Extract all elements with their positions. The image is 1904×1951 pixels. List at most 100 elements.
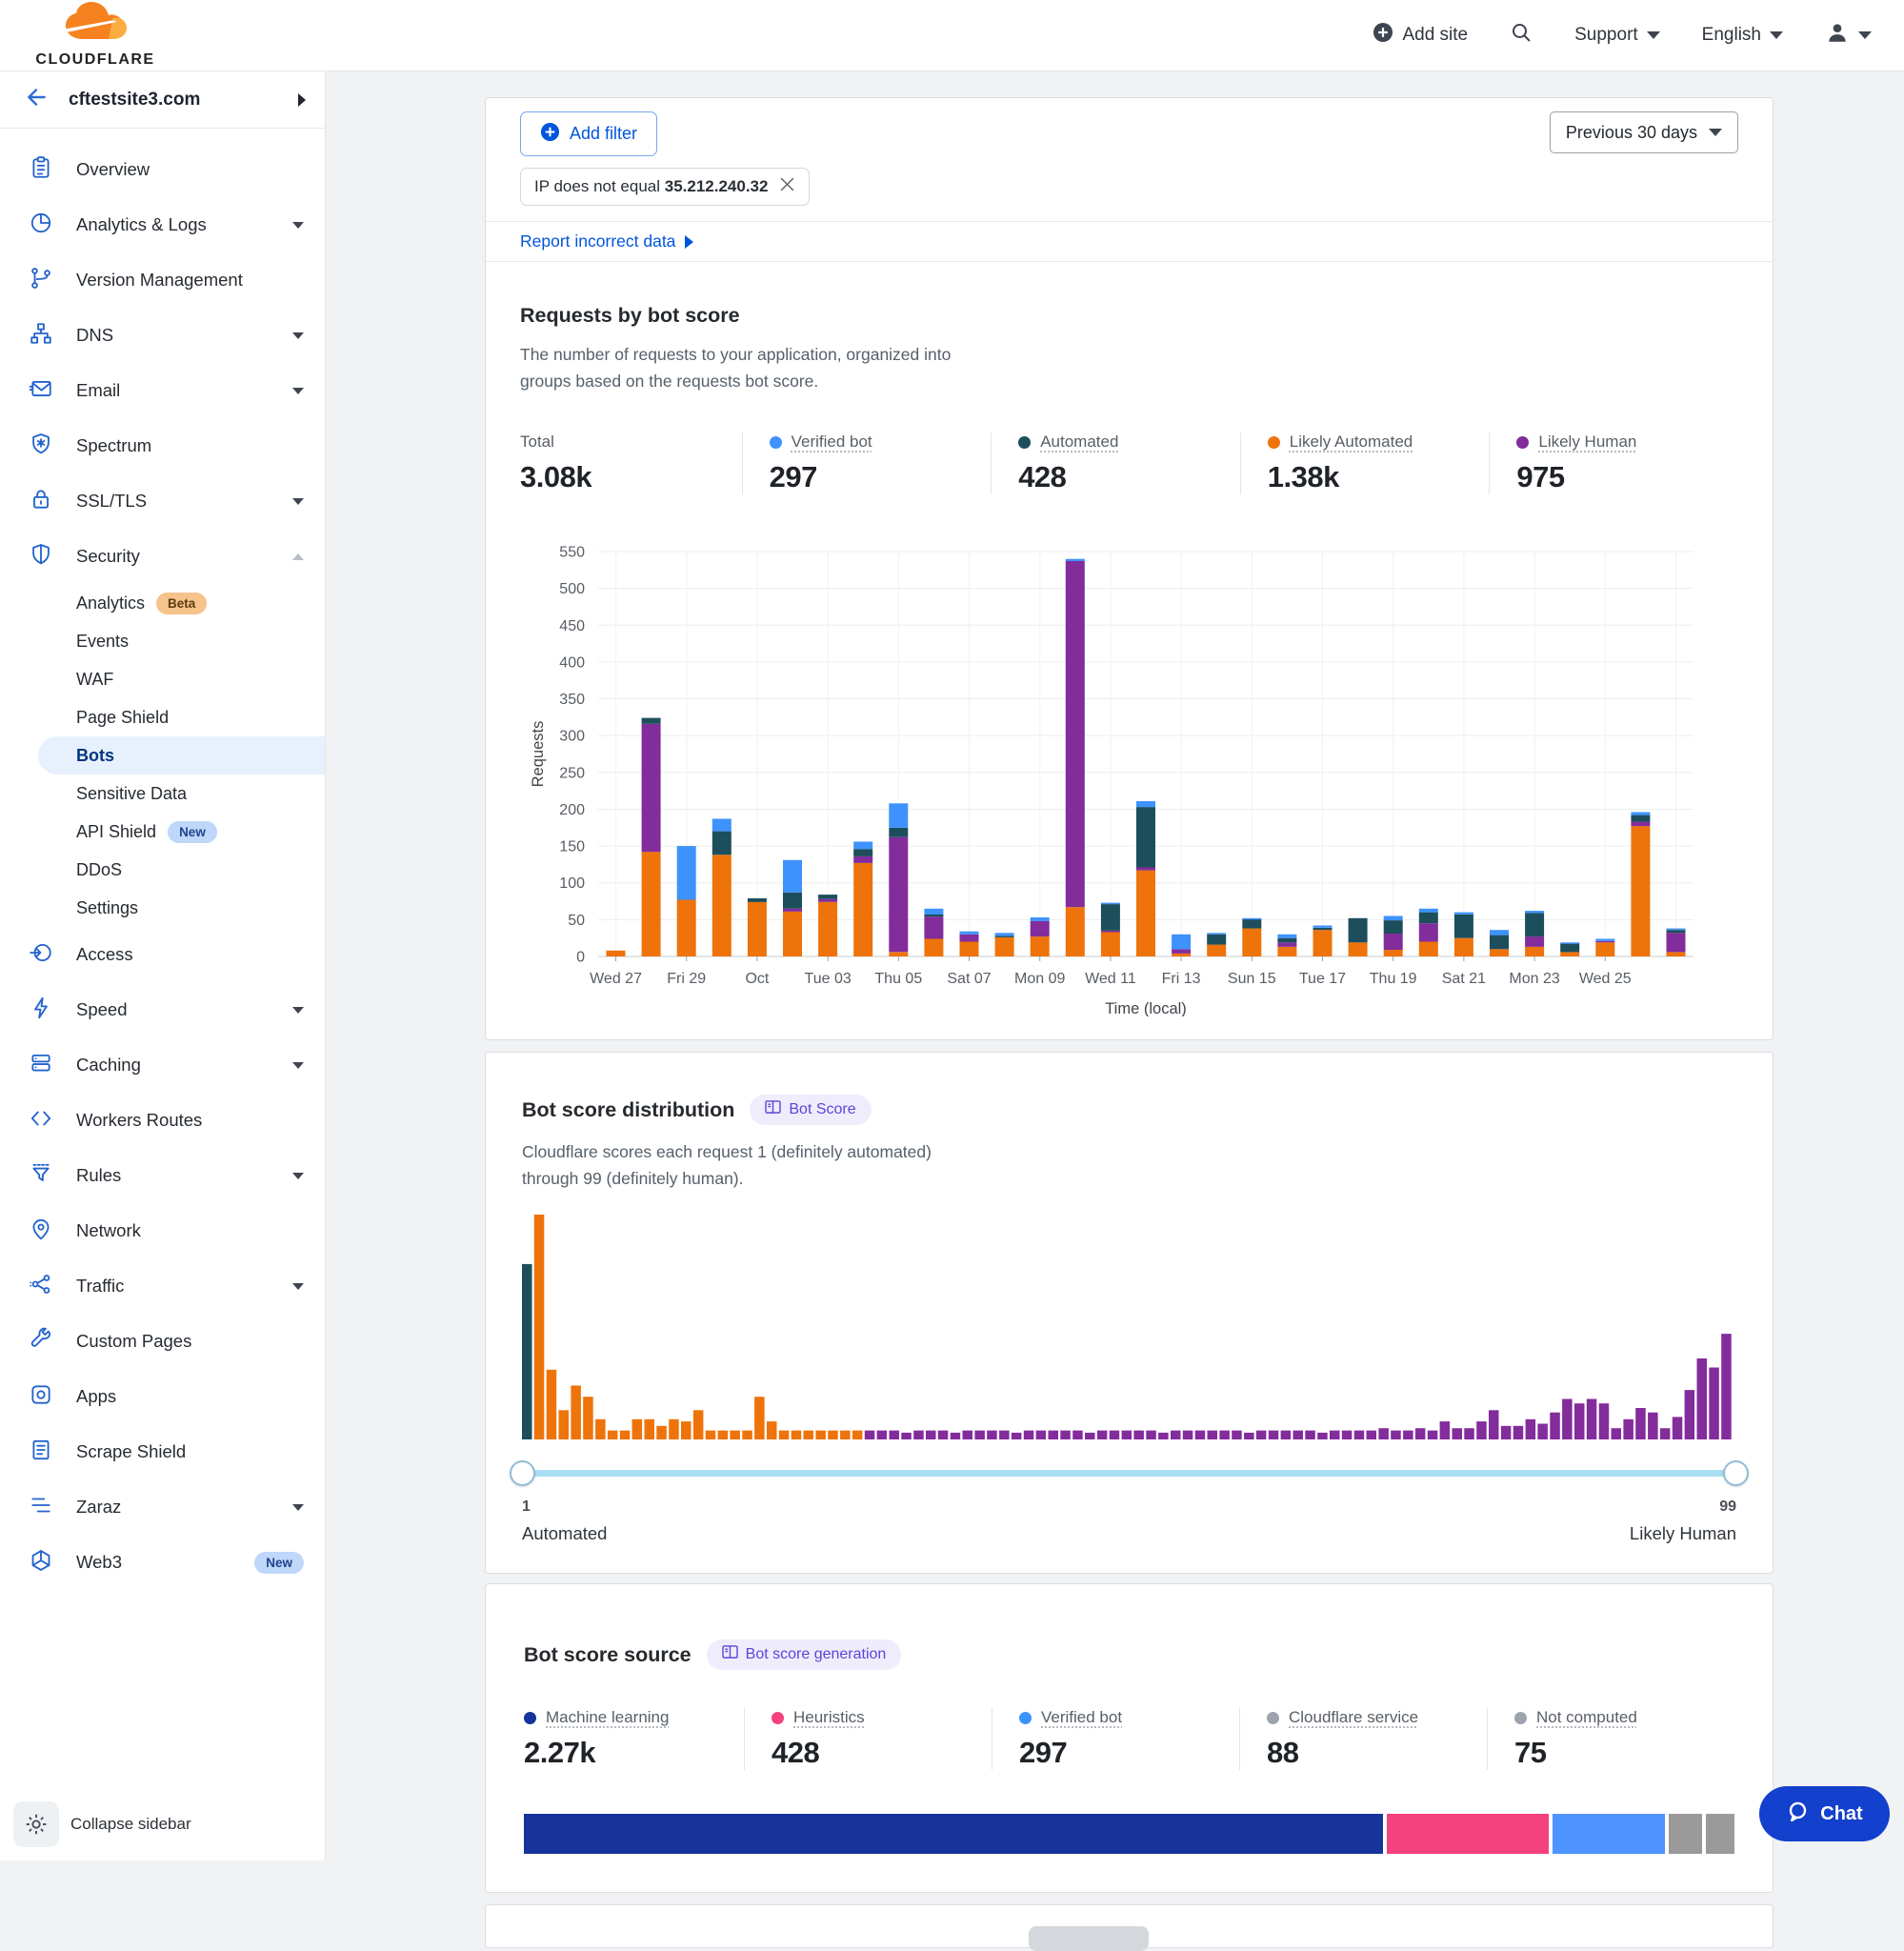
date-range-dropdown[interactable]: Previous 30 days xyxy=(1550,111,1738,153)
sidebar-item-custom-pages[interactable]: Custom Pages xyxy=(0,1314,325,1369)
sidebar-item-waf[interactable]: WAF xyxy=(0,660,325,698)
stat-label[interactable]: Verified bot xyxy=(1019,1708,1239,1727)
stat-likely-automated: Likely Automated1.38k xyxy=(1240,432,1490,494)
legend-dot xyxy=(772,1712,784,1724)
git-branch-icon xyxy=(29,266,53,295)
bot-score-distribution-chart[interactable] xyxy=(522,1215,1734,1443)
sidebar-item-network[interactable]: Network xyxy=(0,1203,325,1258)
stat-label[interactable]: Not computed xyxy=(1514,1708,1734,1727)
sidebar-item-label: Settings xyxy=(76,898,138,918)
sidebar-item-access[interactable]: Access xyxy=(0,927,325,982)
add-site-button[interactable]: Add site xyxy=(1373,22,1468,49)
svg-text:Thu 19: Thu 19 xyxy=(1370,971,1417,987)
sidebar-item-email[interactable]: Email xyxy=(0,363,325,418)
source-segment-machine-learning[interactable] xyxy=(524,1814,1383,1854)
sidebar-item-speed[interactable]: Speed xyxy=(0,982,325,1037)
sidebar-item-sensitive-data[interactable]: Sensitive Data xyxy=(0,774,325,813)
sidebar-item-caching[interactable]: Caching xyxy=(0,1037,325,1093)
sidebar-item-api-shield[interactable]: API ShieldNew xyxy=(0,813,325,851)
sidebar-item-label: Version Management xyxy=(76,270,304,291)
sidebar-item-web3[interactable]: Web3New xyxy=(0,1535,325,1590)
sidebar-item-label: Caching xyxy=(76,1055,270,1076)
source-segment-not-computed[interactable] xyxy=(1706,1814,1734,1854)
legend-dot xyxy=(1019,1712,1032,1724)
chevron-down-icon xyxy=(1858,31,1872,39)
sidebar-item-ddos[interactable]: DDoS xyxy=(0,851,325,889)
new-badge: New xyxy=(168,821,217,843)
sidebar-item-bots[interactable]: Bots xyxy=(38,736,325,774)
sidebar-item-dns[interactable]: DNS xyxy=(0,308,325,363)
sidebar-item-label: Analytics xyxy=(76,593,145,613)
svg-text:Wed 11: Wed 11 xyxy=(1085,971,1136,987)
sidebar-item-settings[interactable]: Settings xyxy=(0,889,325,927)
distribution-title: Bot score distribution xyxy=(522,1098,734,1122)
requests-by-bot-score-chart[interactable]: 050100150200250300350400450500550Wed 27F… xyxy=(520,540,1739,1016)
sidebar-item-traffic[interactable]: Traffic xyxy=(0,1258,325,1314)
stat-verified-bot: Verified bot297 xyxy=(742,432,992,494)
report-incorrect-data-link[interactable]: Report incorrect data xyxy=(520,231,675,251)
sidebar-item-workers-routes[interactable]: Workers Routes xyxy=(0,1093,325,1148)
stat-label[interactable]: Automated xyxy=(1018,432,1240,452)
slider-track[interactable] xyxy=(522,1470,1736,1477)
stat-label[interactable]: Verified bot xyxy=(770,432,992,452)
svg-text:50: 50 xyxy=(568,913,585,929)
back-arrow-icon[interactable] xyxy=(25,85,50,114)
close-icon[interactable] xyxy=(779,176,795,197)
sidebar-item-security[interactable]: Security xyxy=(0,529,325,584)
chat-button[interactable]: Chat xyxy=(1759,1786,1890,1841)
distribution-description: Cloudflare scores each request 1 (defini… xyxy=(522,1138,1055,1192)
sidebar: cftestsite3.com OverviewAnalytics & Logs… xyxy=(0,71,326,1860)
new-badge: New xyxy=(254,1552,304,1574)
language-menu[interactable]: English xyxy=(1702,25,1783,46)
bot-score-badge[interactable]: Bot Score xyxy=(750,1095,871,1125)
report-incorrect-data-row: Report incorrect data xyxy=(486,221,1773,262)
sidebar-item-analytics-logs[interactable]: Analytics & Logs xyxy=(0,197,325,252)
sidebar-item-spectrum[interactable]: Spectrum xyxy=(0,418,325,473)
svg-text:300: 300 xyxy=(559,729,585,745)
stat-label[interactable]: Likely Human xyxy=(1516,432,1738,452)
sidebar-item-scrape-shield[interactable]: Scrape Shield xyxy=(0,1424,325,1479)
bot-score-source-bar[interactable] xyxy=(524,1814,1734,1854)
account-menu[interactable] xyxy=(1825,20,1872,50)
chevron-right-icon[interactable] xyxy=(298,93,306,107)
add-filter-button[interactable]: Add filter xyxy=(520,111,657,156)
chat-bubble-icon xyxy=(1786,1800,1810,1829)
shield-icon xyxy=(29,542,53,572)
collapse-sidebar-button[interactable]: Collapse sidebar xyxy=(13,1801,191,1847)
bot-score-generation-badge[interactable]: Bot score generation xyxy=(707,1639,902,1670)
sidebar-item-label: WAF xyxy=(76,670,113,690)
source-segment-heuristics[interactable] xyxy=(1387,1814,1549,1854)
legend-dot xyxy=(1267,1712,1279,1724)
sidebar-item-zaraz[interactable]: Zaraz xyxy=(0,1479,325,1535)
gear-icon[interactable] xyxy=(13,1801,59,1847)
sidebar-item-overview[interactable]: Overview xyxy=(0,142,325,197)
stat-label[interactable]: Machine learning xyxy=(524,1708,744,1727)
sidebar-item-label: Security xyxy=(76,546,270,567)
slider-handle-min[interactable] xyxy=(510,1460,535,1486)
sidebar-item-rules[interactable]: Rules xyxy=(0,1148,325,1203)
stat-label[interactable]: Total xyxy=(520,432,742,452)
sidebar-item-ssl-tls[interactable]: SSL/TLS xyxy=(0,473,325,529)
support-menu[interactable]: Support xyxy=(1574,25,1660,46)
chevron-down-icon xyxy=(292,1062,304,1069)
arrow-right-icon xyxy=(685,235,693,249)
site-header[interactable]: cftestsite3.com xyxy=(0,71,325,129)
svg-text:200: 200 xyxy=(559,802,585,818)
search-button[interactable] xyxy=(1510,21,1533,50)
cloudflare-logo[interactable]: CLOUDFLARE xyxy=(38,2,152,69)
source-segment-cloudflare-service[interactable] xyxy=(1669,1814,1702,1854)
sidebar-item-version-management[interactable]: Version Management xyxy=(0,252,325,308)
stat-label[interactable]: Cloudflare service xyxy=(1267,1708,1487,1727)
sidebar-item-analytics[interactable]: AnalyticsBeta xyxy=(0,584,325,622)
slider-handle-max[interactable] xyxy=(1723,1460,1749,1486)
bolt-icon xyxy=(29,996,53,1025)
legend-dot xyxy=(1268,436,1280,449)
stat-label[interactable]: Heuristics xyxy=(772,1708,992,1727)
sidebar-item-apps[interactable]: Apps xyxy=(0,1369,325,1424)
sidebar-item-events[interactable]: Events xyxy=(0,622,325,660)
sidebar-item-page-shield[interactable]: Page Shield xyxy=(0,698,325,736)
stat-label[interactable]: Likely Automated xyxy=(1268,432,1490,452)
filter-chip[interactable]: IP does not equal 35.212.240.32 xyxy=(520,168,810,206)
score-range-slider[interactable] xyxy=(522,1460,1736,1487)
source-segment-verified-bot[interactable] xyxy=(1553,1814,1665,1854)
